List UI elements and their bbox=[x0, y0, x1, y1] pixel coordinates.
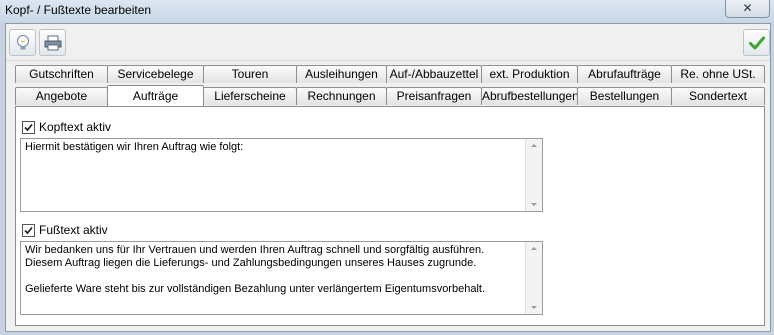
tab-bestellungen[interactable]: Bestellungen bbox=[577, 87, 672, 105]
window-title: Kopf- / Fußtexte bearbeiten bbox=[5, 3, 152, 17]
tab-servicebelege[interactable]: Servicebelege bbox=[107, 65, 204, 83]
kopftext-label: Kopftext aktiv bbox=[39, 120, 112, 134]
tab-abrufauftraege[interactable]: Abrufaufträge bbox=[577, 65, 672, 83]
tab-abrufbestellungen[interactable]: Abrufbestellungen bbox=[481, 87, 578, 105]
green-check-icon bbox=[748, 36, 765, 49]
fusstext-scrollbar[interactable] bbox=[525, 242, 542, 314]
fusstext-checkbox[interactable] bbox=[22, 224, 35, 237]
tab-lieferscheine[interactable]: Lieferscheine bbox=[203, 87, 297, 105]
checkmark-icon bbox=[24, 123, 33, 132]
tab-ausleihungen[interactable]: Ausleihungen bbox=[296, 65, 387, 83]
checkmark-icon bbox=[24, 226, 33, 235]
scroll-down-icon[interactable] bbox=[531, 306, 537, 309]
kopftext-content: Hiermit bestätigen wir Ihren Auftrag wie… bbox=[25, 141, 244, 153]
fusstext-textarea[interactable]: Wir bedanken uns für Ihr Vertrauen und w… bbox=[20, 241, 543, 315]
title-bar: Kopf- / Fußtexte bearbeiten ✕ bbox=[0, 0, 774, 22]
printer-icon bbox=[44, 35, 61, 50]
help-button[interactable] bbox=[9, 29, 36, 56]
tab-row-top: Gutschriften Servicebelege Touren Auslei… bbox=[15, 65, 765, 84]
kopftext-scrollbar[interactable] bbox=[525, 139, 542, 211]
fusstext-label: Fußtext aktiv bbox=[39, 223, 108, 237]
tab-auf-abbauzettel[interactable]: Auf-/Abbauzettel bbox=[386, 65, 482, 83]
tab-sondertext[interactable]: Sondertext bbox=[671, 87, 765, 105]
tab-preisanfragen[interactable]: Preisanfragen bbox=[386, 87, 482, 105]
tab-ext-produktion[interactable]: ext. Produktion bbox=[481, 65, 578, 83]
toolbar bbox=[6, 24, 770, 61]
close-button[interactable]: ✕ bbox=[725, 0, 770, 18]
print-button[interactable] bbox=[39, 29, 66, 56]
tab-panel-auftraege: Kopftext aktiv Hiermit bestätigen wir Ih… bbox=[15, 106, 765, 326]
tab-angebote[interactable]: Angebote bbox=[15, 87, 108, 105]
tab-re-ohne-ust[interactable]: Re. ohne USt. bbox=[671, 65, 765, 83]
tab-touren[interactable]: Touren bbox=[203, 65, 297, 83]
ok-button[interactable] bbox=[743, 29, 770, 56]
tab-auftraege[interactable]: Aufträge bbox=[107, 85, 204, 106]
kopftext-checkbox[interactable] bbox=[22, 121, 35, 134]
scroll-up-icon[interactable] bbox=[531, 144, 537, 147]
kopftext-textarea[interactable]: Hiermit bestätigen wir Ihren Auftrag wie… bbox=[20, 138, 543, 212]
dialog-window: Gutschriften Servicebelege Touren Auslei… bbox=[5, 23, 771, 332]
tab-gutschriften[interactable]: Gutschriften bbox=[15, 65, 108, 83]
tab-rechnungen[interactable]: Rechnungen bbox=[296, 87, 387, 105]
fusstext-content: Wir bedanken uns für Ihr Vertrauen und w… bbox=[25, 244, 486, 295]
scroll-up-icon[interactable] bbox=[531, 247, 537, 250]
tab-row-bottom: Angebote Aufträge Lieferscheine Rechnung… bbox=[15, 85, 765, 106]
lightbulb-icon bbox=[16, 34, 29, 49]
scroll-down-icon[interactable] bbox=[531, 203, 537, 206]
